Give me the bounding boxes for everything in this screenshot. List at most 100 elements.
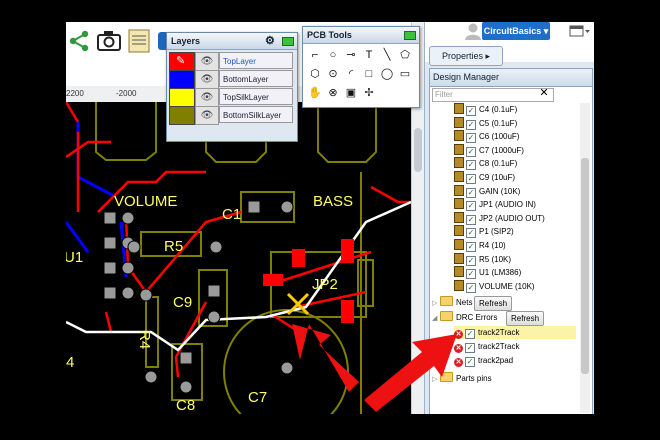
layer-color-swatch[interactable] [169, 88, 195, 107]
rect-tool-icon[interactable]: □ [361, 66, 377, 82]
probe-tool-icon[interactable]: ⊙ [325, 66, 341, 82]
solid-tool-icon[interactable]: ▭ [397, 66, 413, 82]
layer-color-swatch[interactable]: ✎ [169, 52, 195, 71]
circle-tool-icon[interactable]: ◯ [379, 66, 395, 82]
filter-input[interactable]: Filter [432, 88, 554, 102]
part-item[interactable]: ✓ C5 (0.1uF) [454, 116, 517, 130]
track-tool-icon[interactable]: ⌐ [307, 47, 323, 63]
checkbox-icon[interactable]: ✓ [466, 242, 476, 252]
checkbox-icon[interactable]: ✓ [466, 133, 476, 144]
part-item[interactable]: ✓ C8 (0.1uF) [454, 157, 517, 171]
minimize-icon[interactable] [282, 37, 294, 46]
checkbox-icon[interactable]: ✓ [465, 343, 475, 353]
part-item[interactable]: ✓ VOLUME (10K) [454, 279, 535, 293]
part-item[interactable]: ✓ R5 (10K) [454, 252, 511, 266]
bom-icon[interactable] [126, 28, 152, 54]
label-bass: BASS [313, 193, 353, 210]
scrollbar-thumb[interactable] [581, 158, 589, 374]
drc-error-item[interactable]: ✕ ✓ track2Track [454, 340, 520, 353]
drc-error-label: track2pad [478, 356, 514, 365]
eye-icon[interactable]: 👁 [195, 52, 219, 71]
nets-node[interactable]: ▷ Nets [432, 296, 472, 310]
checkbox-icon[interactable]: ✓ [466, 119, 476, 130]
checkbox-icon[interactable]: ✓ [466, 146, 476, 157]
gear-icon[interactable]: ⚙ [265, 33, 275, 49]
minimize-icon[interactable] [404, 31, 416, 40]
part-item[interactable]: ✓ JP2 (AUDIO OUT) [454, 211, 545, 225]
layer-row[interactable]: 👁 BottomSilkLayer [169, 106, 293, 125]
checkbox-icon[interactable]: ✓ [465, 329, 475, 339]
move-tool-icon[interactable]: ✢ [361, 85, 377, 101]
chip-icon [454, 143, 464, 155]
layer-row[interactable]: ✎ 👁 TopLayer [169, 52, 293, 71]
share-icon[interactable] [66, 28, 92, 54]
pcb-tools-title[interactable]: PCB Tools [303, 27, 419, 44]
expand-arrow-icon[interactable]: ▷ [432, 297, 440, 311]
part-item[interactable]: ✓ U1 (LM386) [454, 266, 521, 280]
part-label: VOLUME (10K) [479, 281, 535, 291]
label-c8: C8 [176, 397, 195, 414]
filter-clear-icon[interactable]: ✕ [538, 88, 550, 100]
eye-icon[interactable]: 👁 [195, 106, 219, 125]
drc-error-item[interactable]: ✕ ✓ track2pad [454, 354, 513, 367]
poly-tool-icon[interactable]: ⬠ [397, 47, 413, 63]
part-item[interactable]: ✓ C4 (0.1uF) [454, 103, 517, 116]
part-label: R4 (10) [479, 241, 506, 250]
checkbox-icon[interactable]: ✓ [466, 269, 476, 280]
checkbox-icon[interactable]: ✓ [466, 174, 476, 184]
user-menu-button[interactable]: CircultBasics ▾ [482, 22, 550, 40]
label-r5: R5 [164, 238, 183, 255]
part-item[interactable]: ✓ C9 (10uF) [454, 171, 515, 184]
drc-error-label: track2Track [478, 328, 520, 337]
layer-color-swatch[interactable] [169, 106, 195, 125]
layers-panel-title[interactable]: Layers ⚙ [167, 33, 297, 50]
nets-refresh-button[interactable]: Refresh [474, 296, 513, 311]
checkbox-icon[interactable]: ✓ [466, 106, 476, 116]
bottom-silk-outlines [95, 102, 377, 414]
checkbox-icon[interactable]: ✓ [466, 214, 476, 225]
part-label: GAIN (10K) [479, 186, 521, 196]
checkbox-icon[interactable]: ✓ [466, 187, 476, 198]
part-item[interactable]: ✓ R4 (10) [454, 239, 506, 252]
chip-icon [454, 198, 464, 210]
layer-row[interactable]: 👁 TopSilkLayer [169, 88, 293, 107]
checkbox-icon[interactable]: ✓ [466, 228, 476, 239]
eye-icon[interactable]: 👁 [195, 88, 219, 107]
image-tool-icon[interactable]: ▣ [343, 85, 359, 101]
circle-arc-tool-icon[interactable]: ◜ [343, 66, 359, 82]
eye-icon[interactable]: 👁 [195, 70, 219, 89]
layer-color-swatch[interactable] [169, 70, 195, 89]
drc-refresh-button[interactable]: Refresh [506, 311, 545, 326]
checkbox-icon[interactable]: ✓ [466, 201, 476, 212]
part-label: C6 (100uF) [479, 132, 520, 142]
part-item[interactable]: ✓ C7 (1000uF) [454, 143, 524, 157]
layer-row[interactable]: 👁 BottomLayer [169, 70, 293, 89]
part-item[interactable]: ✓ GAIN (10K) [454, 184, 521, 198]
drc-error-item[interactable]: ✕ ✓ track2Track [454, 326, 576, 339]
via-tool-icon[interactable]: ⊗ [325, 85, 341, 101]
part-item[interactable]: ✓ C6 (100uF) [454, 130, 520, 144]
scrollbar-thumb[interactable] [414, 128, 422, 172]
annotation-arrow-left [292, 324, 359, 392]
checkbox-icon[interactable]: ✓ [466, 282, 476, 293]
properties-button[interactable]: Properties ▸ [429, 46, 503, 66]
part-item[interactable]: ✓ P1 (SIP2) [454, 225, 514, 239]
label-four: 4 [66, 354, 74, 371]
chip-icon [454, 184, 464, 196]
text-tool-icon[interactable]: T [361, 47, 377, 63]
chip-icon [454, 211, 464, 223]
arc-tool-icon[interactable]: ○ [325, 47, 341, 63]
line-tool-icon[interactable]: ╲ [379, 47, 395, 63]
checkbox-icon[interactable]: ✓ [466, 255, 476, 266]
camera-icon[interactable] [96, 28, 122, 54]
area-tool-icon[interactable]: ⬡ [307, 66, 323, 82]
window-menu-icon[interactable] [569, 24, 591, 38]
part-item[interactable]: ✓ JP1 (AUDIO IN) [454, 198, 536, 212]
checkbox-icon[interactable]: ✓ [465, 357, 475, 367]
pan-tool-icon[interactable]: ✋ [307, 85, 323, 101]
chip-icon [454, 103, 464, 114]
part-label: C9 (10uF) [479, 173, 516, 182]
design-manager-scrollbar[interactable] [580, 103, 590, 413]
pin-tool-icon[interactable]: ⊸ [343, 47, 359, 63]
checkbox-icon[interactable]: ✓ [466, 160, 476, 171]
